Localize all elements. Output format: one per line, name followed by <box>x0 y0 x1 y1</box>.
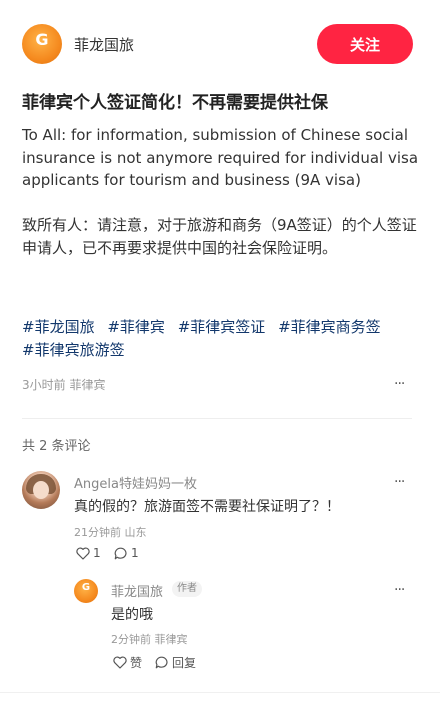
post-body: To All: for information, submission of C… <box>22 126 419 257</box>
tag-link[interactable]: #菲律宾 <box>107 318 165 336</box>
reply-count: 1 <box>131 546 139 560</box>
reply-label: 回复 <box>172 656 197 670</box>
reply-meta: 2分钟前 菲律宾 <box>111 633 188 646</box>
reply-author-avatar[interactable]: G <box>74 579 98 603</box>
comment-reply-button[interactable]: 1 <box>114 546 139 560</box>
chat-bubble-icon <box>155 656 168 669</box>
tag-link[interactable]: #菲律宾签证 <box>178 318 266 336</box>
heart-icon <box>113 656 127 669</box>
tag-link[interactable]: #菲律宾旅游签 <box>22 341 125 359</box>
reply-text: 是的哦 <box>111 607 153 623</box>
divider <box>0 692 440 693</box>
like-count: 1 <box>93 546 101 560</box>
logo-g-icon: G <box>35 30 49 49</box>
post-time-location: 3小时前 菲律宾 <box>22 378 106 392</box>
tag-link[interactable]: #菲律宾商务签 <box>278 318 381 336</box>
more-dots-icon[interactable]: ··· <box>394 475 410 489</box>
more-dots-icon[interactable]: ··· <box>394 377 410 391</box>
comment-like-button[interactable]: 1 <box>76 546 101 560</box>
comment-meta: 21分钟前 山东 <box>74 526 147 539</box>
author-badge: 作者 <box>172 581 202 597</box>
author-name[interactable]: 菲龙国旅 <box>74 34 134 55</box>
post-tags: #菲龙国旅 #菲律宾 #菲律宾签证 #菲律宾商务签 #菲律宾旅游签 <box>22 316 422 362</box>
note-card: G 菲龙国旅 关注 菲律宾个人签证简化！不再需要提供社保 To All: for… <box>0 0 440 702</box>
commenter-avatar[interactable] <box>22 471 60 509</box>
post-title: 菲律宾个人签证简化！不再需要提供社保 <box>22 93 328 113</box>
comment-text: 真的假的？旅游面签不需要社保证明了？！ <box>74 499 340 515</box>
divider <box>22 418 412 419</box>
comment-count: 共 2 条评论 <box>22 439 91 454</box>
note-header: G 菲龙国旅 关注 <box>0 0 440 86</box>
author-avatar[interactable]: G <box>22 24 62 64</box>
heart-icon <box>76 546 90 560</box>
commenter-name[interactable]: Angela特娃妈妈一枚 <box>74 473 197 492</box>
reply-author-name[interactable]: 菲龙国旅 <box>111 581 163 600</box>
reply-like-button[interactable]: 赞 <box>113 654 142 671</box>
reply-reply-button[interactable]: 回复 <box>155 654 196 671</box>
more-dots-icon[interactable]: ··· <box>394 583 410 597</box>
logo-g-icon: G <box>81 582 91 593</box>
like-label: 赞 <box>130 656 143 670</box>
avatar-face <box>33 481 49 499</box>
tag-link[interactable]: #菲龙国旅 <box>22 318 95 336</box>
chat-bubble-icon <box>114 547 127 559</box>
follow-button[interactable]: 关注 <box>317 24 413 64</box>
